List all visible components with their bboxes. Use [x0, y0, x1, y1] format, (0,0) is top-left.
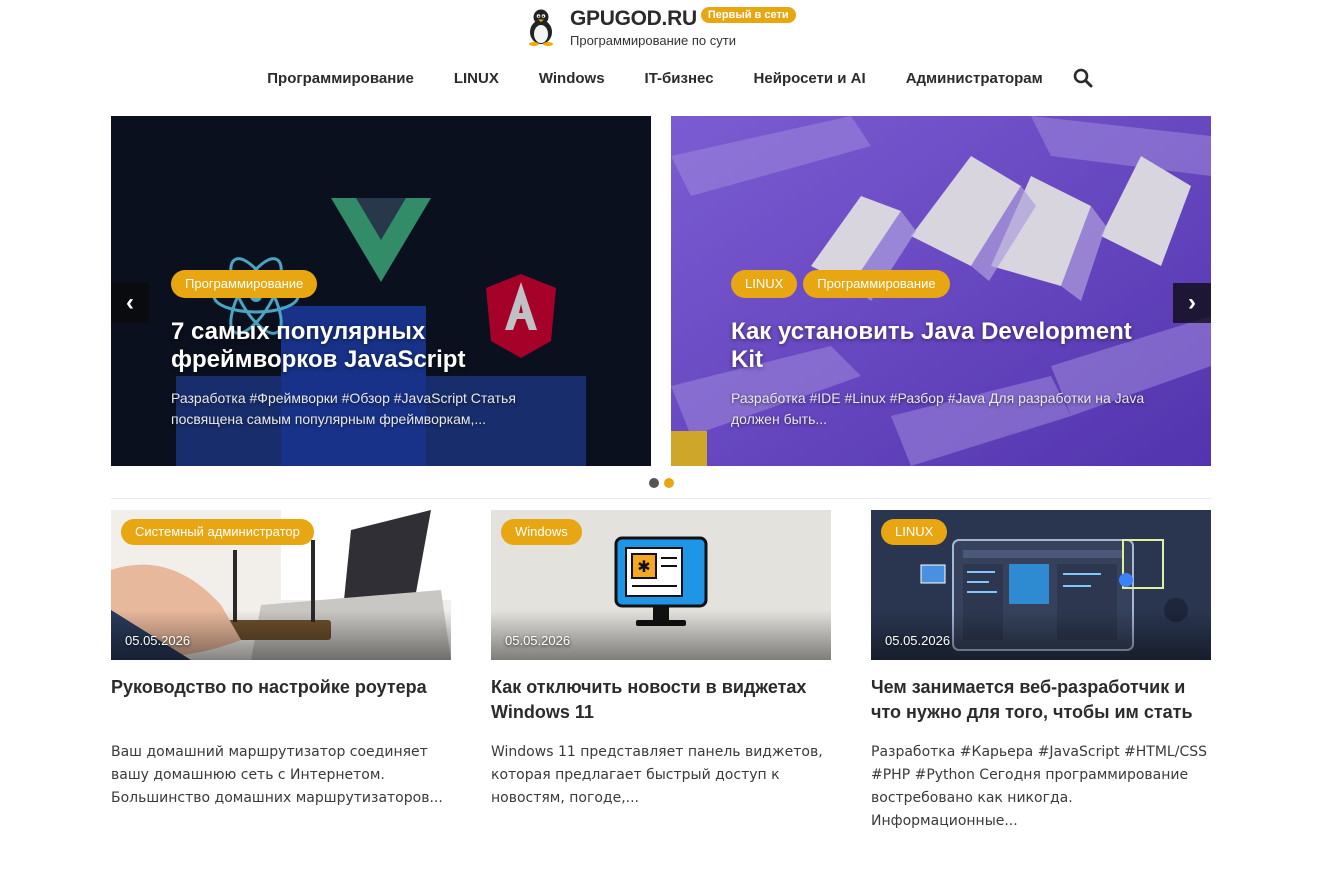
slide-title[interactable]: Как установить Java Development Kit — [731, 318, 1151, 374]
post-thumbnail[interactable]: ✱ Windows 05.05.2026 — [491, 510, 831, 660]
brand-badge: Первый в сети — [700, 7, 796, 23]
slider-dot[interactable] — [649, 478, 659, 488]
post-excerpt: Разработка #Карьера #JavaScript #HTML/CS… — [871, 744, 1207, 829]
svg-text:✱: ✱ — [637, 557, 650, 576]
nav-item-linux[interactable]: LINUX — [454, 70, 499, 87]
slider-prev-button[interactable]: ‹ — [111, 283, 149, 323]
nav-item-ai[interactable]: Нейросети и AI — [754, 70, 866, 87]
post-excerpt: Ваш домашний маршрутизатор соединяет ваш… — [111, 744, 443, 806]
post-thumbnail[interactable]: Системный администратор 05.05.2026 — [111, 510, 451, 660]
nav-item-admins[interactable]: Администраторам — [906, 70, 1043, 87]
site-name[interactable]: GPUGOD.RU — [570, 6, 697, 32]
slide-card[interactable]: Программирование 7 самых популярных фрей… — [111, 116, 651, 466]
post-date: 05.05.2026 — [125, 633, 191, 648]
post-date: 05.05.2026 — [885, 633, 951, 648]
nav-item-programming[interactable]: Программирование — [267, 70, 414, 87]
site-tagline: Программирование по сути — [570, 33, 736, 48]
slide-title[interactable]: 7 самых популярных фреймворков JavaScrip… — [171, 318, 591, 374]
site-brand[interactable]: GPUGOD.RU Первый в сети Программирование… — [524, 6, 796, 50]
slider-dots — [649, 478, 674, 488]
category-tag[interactable]: Программирование — [171, 270, 318, 298]
slide-card[interactable]: LINUX Программирование Как установить Ja… — [671, 116, 1211, 466]
featured-slider: Программирование 7 самых популярных фрей… — [111, 116, 1211, 466]
post-title[interactable]: Чем занимается веб-разработчик и что нуж… — [871, 675, 1211, 725]
post-title[interactable]: Как отключить новости в виджетах Windows… — [491, 675, 831, 725]
post-thumbnail[interactable]: LINUX 05.05.2026 — [871, 510, 1211, 660]
post-date: 05.05.2026 — [505, 633, 571, 648]
post-excerpt: Windows 11 представляет панель виджетов,… — [491, 744, 823, 806]
slide-excerpt: Разработка #IDE #Linux #Разбор #Java Для… — [731, 390, 1145, 427]
slider-next-button[interactable]: › — [1173, 283, 1211, 323]
category-tag[interactable]: Windows — [501, 519, 582, 545]
post-card: LINUX 05.05.2026 Чем занимается веб-разр… — [871, 510, 1211, 833]
penguin-icon — [529, 9, 553, 46]
divider — [111, 498, 1211, 499]
main-nav: Программирование LINUX Windows IT-бизнес… — [0, 62, 1340, 94]
category-tag[interactable]: Программирование — [803, 270, 950, 298]
post-card: Системный администратор 05.05.2026 Руков… — [111, 510, 451, 810]
nav-item-windows[interactable]: Windows — [539, 70, 605, 87]
nav-item-it-business[interactable]: IT-бизнес — [645, 70, 714, 87]
category-tag[interactable]: Системный администратор — [121, 519, 314, 545]
post-title[interactable]: Руководство по настройке роутера — [111, 675, 451, 725]
slide-excerpt: Разработка #Фреймворки #Обзор #JavaScrip… — [171, 390, 516, 427]
slider-dot-active[interactable] — [664, 478, 674, 488]
category-tag[interactable]: LINUX — [881, 519, 948, 545]
category-tag[interactable]: LINUX — [731, 270, 798, 298]
slide-content: LINUX Программирование Как установить Ja… — [731, 270, 1151, 430]
search-icon[interactable] — [1073, 68, 1093, 88]
slide-content: Программирование 7 самых популярных фрей… — [171, 270, 591, 430]
post-card: ✱ Windows 05.05.2026 Как отключить новос… — [491, 510, 831, 810]
